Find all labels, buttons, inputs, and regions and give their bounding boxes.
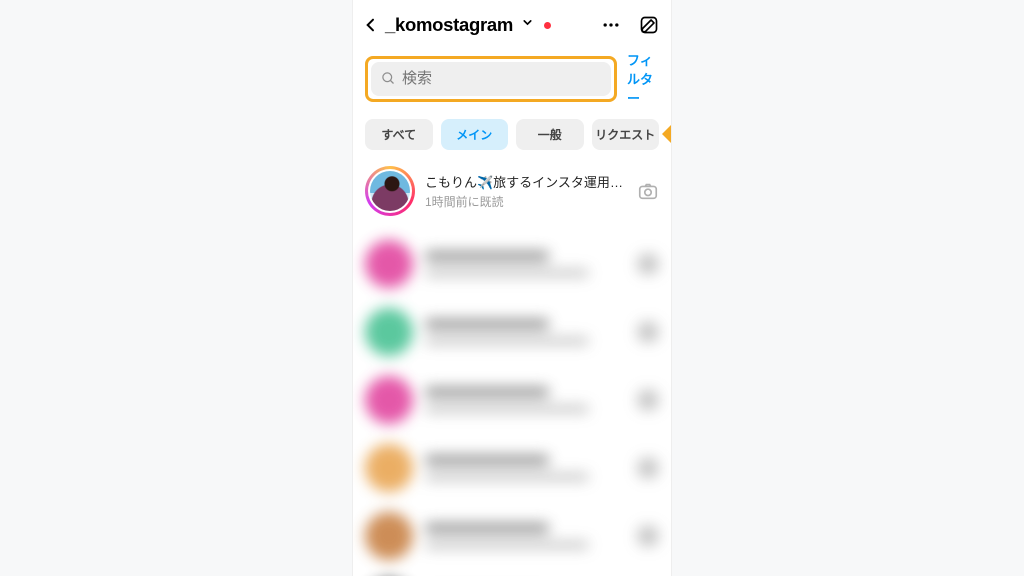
avatar-blurred xyxy=(365,240,413,288)
dm-name: こもりん✈️旅するインスタ運用代行 xyxy=(425,172,627,191)
dm-row-blurred xyxy=(365,434,659,502)
dm-row-blurred xyxy=(365,298,659,366)
highlight-arrow-icon xyxy=(662,124,672,144)
tab-all[interactable]: すべて xyxy=(365,119,433,150)
search-row: フィルター xyxy=(353,46,671,115)
camera-icon-blurred xyxy=(637,253,659,275)
tab-primary[interactable]: メイン xyxy=(441,119,509,150)
avatar xyxy=(370,171,410,211)
header: _komostagram xyxy=(353,0,671,46)
back-icon[interactable] xyxy=(363,17,379,33)
more-icon[interactable] xyxy=(601,15,621,35)
camera-icon[interactable] xyxy=(637,180,659,202)
avatar-blurred xyxy=(365,444,413,492)
search-highlight-box xyxy=(365,56,617,102)
search-input[interactable] xyxy=(402,70,601,87)
dm-text-blurred xyxy=(425,523,625,549)
dm-text-blurred xyxy=(425,387,625,413)
dm-text-blurred xyxy=(425,319,625,345)
dm-text-blurred xyxy=(425,251,625,277)
tab-general[interactable]: 一般 xyxy=(516,119,584,150)
blurred-dm-list xyxy=(353,226,671,576)
dm-status: 1時間前に既読 xyxy=(425,193,627,210)
compose-icon[interactable] xyxy=(639,15,659,35)
inbox-tabs: すべて メイン 一般 リクエスト xyxy=(353,115,671,160)
search-field[interactable] xyxy=(371,62,611,96)
dm-row-blurred xyxy=(365,570,659,576)
search-icon xyxy=(381,71,396,86)
dm-row-first[interactable]: こもりん✈️旅するインスタ運用代行 1時間前に既読 xyxy=(353,160,671,226)
story-ring[interactable] xyxy=(365,166,415,216)
camera-icon-blurred xyxy=(637,457,659,479)
camera-icon-blurred xyxy=(637,525,659,547)
avatar-blurred xyxy=(365,376,413,424)
tab-requests[interactable]: リクエスト xyxy=(592,119,660,150)
dm-row-blurred xyxy=(365,366,659,434)
avatar-blurred xyxy=(365,512,413,560)
avatar-blurred xyxy=(365,308,413,356)
chevron-down-icon[interactable] xyxy=(521,16,534,34)
dm-row-blurred xyxy=(365,502,659,570)
camera-icon-blurred xyxy=(637,389,659,411)
username[interactable]: _komostagram xyxy=(385,14,513,36)
dm-text-blurred xyxy=(425,455,625,481)
dm-inbox-screen: _komostagram フィ xyxy=(352,0,672,576)
dm-info: こもりん✈️旅するインスタ運用代行 1時間前に既読 xyxy=(425,172,627,210)
camera-icon-blurred xyxy=(637,321,659,343)
notification-dot-icon xyxy=(544,22,551,29)
dm-row-blurred xyxy=(365,230,659,298)
filter-link[interactable]: フィルター xyxy=(627,50,659,107)
